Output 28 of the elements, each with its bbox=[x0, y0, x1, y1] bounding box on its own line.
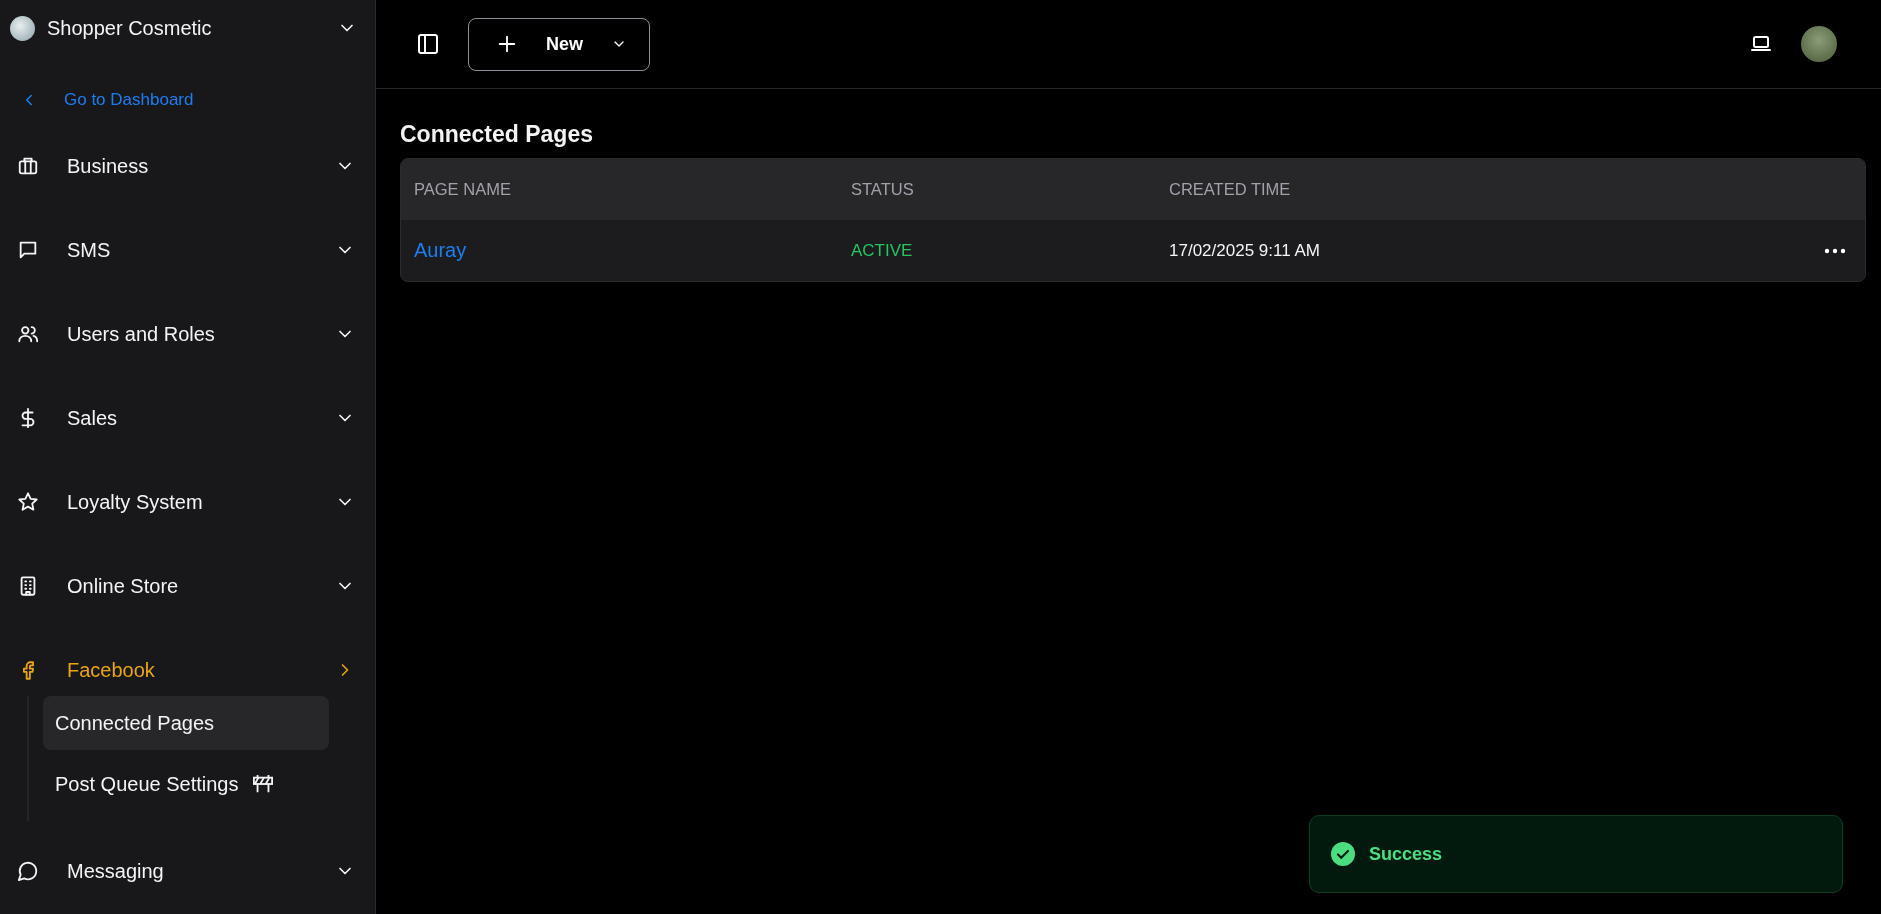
submenu-item[interactable]: Post Queue Settings bbox=[43, 757, 329, 811]
nav-item[interactable]: Messaging bbox=[0, 829, 375, 913]
toast-message: Success bbox=[1369, 843, 1443, 865]
nav-item[interactable]: Loyalty System bbox=[0, 460, 375, 544]
nav-item[interactable]: Sales bbox=[0, 376, 375, 460]
check-circle-icon bbox=[1331, 842, 1355, 866]
users-icon bbox=[17, 323, 39, 345]
column-header: PAGE NAME bbox=[414, 180, 512, 199]
nav-item[interactable]: Users and Roles bbox=[0, 292, 375, 376]
created-time: 17/02/2025 9:11 AM bbox=[1169, 240, 1321, 261]
nav-item[interactable]: Business bbox=[0, 124, 375, 208]
column-header: STATUS bbox=[851, 180, 915, 199]
workspace-avatar bbox=[10, 15, 35, 41]
nav-item[interactable]: Online Store bbox=[0, 544, 375, 628]
nav-item[interactable]: SMS bbox=[0, 208, 375, 292]
workspace-name[interactable]: Shopper Cosmetic bbox=[47, 16, 325, 40]
star-icon bbox=[17, 491, 39, 513]
plus-icon bbox=[496, 33, 518, 55]
page-name-link[interactable]: Auray bbox=[414, 239, 851, 262]
user-avatar[interactable] bbox=[1801, 26, 1837, 62]
new-button[interactable]: New bbox=[468, 17, 650, 71]
column-header: CREATED TIME bbox=[1169, 180, 1292, 199]
back-link[interactable]: Go to Dashboard bbox=[20, 86, 194, 114]
page-title: Connected Pages bbox=[400, 121, 594, 148]
barrier-icon bbox=[252, 774, 275, 794]
submenu-item[interactable]: Connected Pages bbox=[43, 696, 329, 750]
status-text: ACTIVE bbox=[851, 240, 914, 261]
briefcase-icon bbox=[17, 155, 39, 177]
